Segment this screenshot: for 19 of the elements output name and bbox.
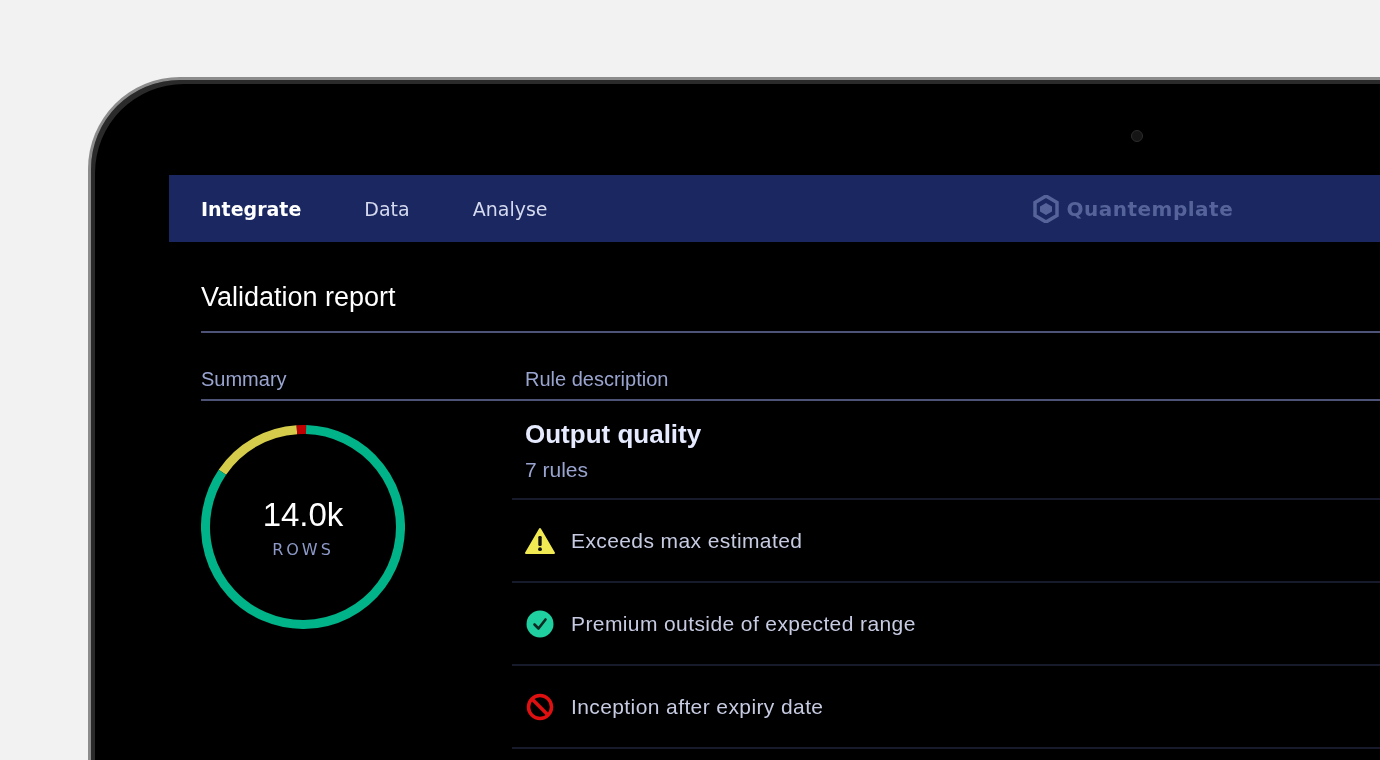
rule-label: Premium outside of expected range [571, 611, 916, 636]
brand-name: Quantemplate [1066, 196, 1234, 221]
row-count-unit: ROWS [272, 539, 334, 559]
column-heading: Summary [201, 333, 512, 401]
nav-tab[interactable]: Data [364, 197, 410, 220]
hexagon-logo-icon [1032, 194, 1059, 223]
nav-tab[interactable]: Integrate [201, 197, 302, 220]
warning-icon [525, 525, 555, 556]
camera-dot [1131, 130, 1143, 142]
page-title: Validation report [201, 242, 1380, 333]
rule-group-title: Output quality [525, 419, 703, 450]
row-count: 14.0k [262, 495, 344, 534]
nav-tab[interactable]: Analyse [472, 197, 548, 220]
check-circle-icon [525, 608, 555, 639]
rule-count: 7 rules [525, 458, 590, 482]
rule-label: Exceeds max estimated [571, 528, 803, 553]
rule-label: Inception after expiry date [571, 694, 824, 719]
no-entry-icon [525, 691, 555, 722]
column-heading: Rule description [512, 333, 1380, 401]
